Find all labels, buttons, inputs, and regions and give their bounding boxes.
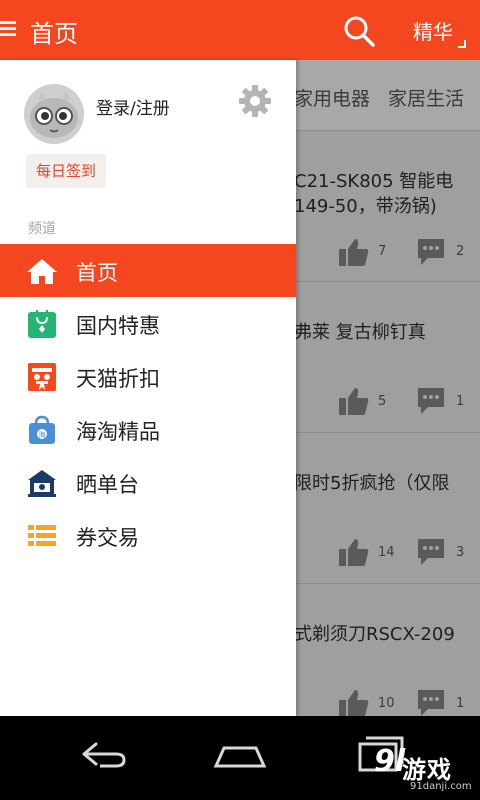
comment-count: 3 — [456, 545, 465, 560]
drawer-item-overseas-picks[interactable]: 海 海淘精品 — [0, 403, 296, 456]
shopping-bag-icon: 海 — [29, 415, 55, 444]
back-icon[interactable] — [76, 736, 132, 776]
like-count: 10 — [378, 696, 395, 711]
like-count: 5 — [378, 394, 387, 409]
drawer-item-coupon-trade[interactable]: 券交易 — [0, 509, 296, 562]
page-title: 首页 — [30, 20, 78, 48]
app-top-bar: 首页 精华 — [0, 0, 480, 60]
thumbs-up-icon[interactable] — [338, 688, 370, 716]
list-icon — [28, 525, 56, 546]
comment-count: 1 — [456, 696, 465, 711]
comment-icon[interactable] — [416, 688, 446, 716]
home-icon — [27, 259, 57, 284]
comment-icon[interactable] — [416, 237, 446, 267]
avatar[interactable] — [24, 84, 84, 144]
tmall-icon — [28, 363, 56, 391]
item-title: 限时5折疯抢（仅限 — [294, 473, 450, 494]
like-count: 14 — [378, 545, 395, 560]
thumbs-up-icon[interactable] — [338, 237, 370, 267]
tab-home-living[interactable]: 家居生活 — [388, 84, 464, 111]
bag-icon — [28, 310, 56, 338]
drawer-item-label: 天猫折扣 — [76, 367, 160, 391]
watermark-logo-text: 游戏 — [402, 756, 452, 784]
drawer-item-domestic-deals[interactable]: 国内特惠 — [0, 297, 296, 350]
drawer-item-label: 海淘精品 — [76, 420, 160, 444]
thumbs-up-icon[interactable] — [338, 537, 370, 567]
login-register-link[interactable]: 登录/注册 — [96, 94, 170, 119]
featured-button[interactable]: 精华 — [413, 16, 453, 45]
like-count: 7 — [378, 244, 387, 259]
channel-section-header: 频道 — [28, 221, 56, 237]
daily-checkin-button[interactable]: 每日签到 — [26, 154, 107, 188]
comment-count: 2 — [456, 244, 465, 259]
search-icon[interactable] — [342, 14, 376, 48]
watermark-logo-mark: 9l — [374, 744, 406, 779]
drawer-item-tmall-discount[interactable]: 天猫折扣 — [0, 350, 296, 403]
item-title: 式剃须刀RSCX-209 — [294, 624, 455, 645]
item-title: 弗莱 复古柳钉真 — [294, 322, 426, 343]
drawer-item-label: 券交易 — [76, 526, 139, 550]
item-title: C21-SK805 智能电 149-50，带汤锅) — [294, 171, 454, 217]
drawer-item-label: 首页 — [76, 261, 118, 285]
thumbs-up-icon[interactable] — [338, 386, 370, 416]
tab-home-appliances[interactable]: 家用电器 — [294, 84, 370, 111]
watermark-site-text: 91danji.com — [410, 781, 472, 792]
drawer-item-label: 晒单台 — [76, 473, 139, 497]
system-navigation-bar: 9l 游戏 91danji.com — [0, 716, 480, 800]
drawer-item-home[interactable]: 首页 — [0, 244, 296, 297]
comment-icon[interactable] — [416, 537, 446, 567]
navigation-drawer: 登录/注册 每日签到 频道 首页 国内特惠 天猫折扣 海 海淘精品 晒单台 券交… — [0, 60, 296, 716]
showcase-icon — [28, 470, 56, 497]
drawer-item-label: 国内特惠 — [76, 314, 160, 338]
gear-icon[interactable] — [238, 84, 272, 118]
comment-count: 1 — [456, 394, 465, 409]
comment-icon[interactable] — [416, 386, 446, 416]
hamburger-icon[interactable] — [0, 18, 18, 42]
home-icon[interactable] — [210, 736, 270, 776]
svg-text:海: 海 — [39, 430, 46, 439]
drawer-item-showcase[interactable]: 晒单台 — [0, 456, 296, 509]
dropdown-corner-icon — [458, 40, 466, 48]
